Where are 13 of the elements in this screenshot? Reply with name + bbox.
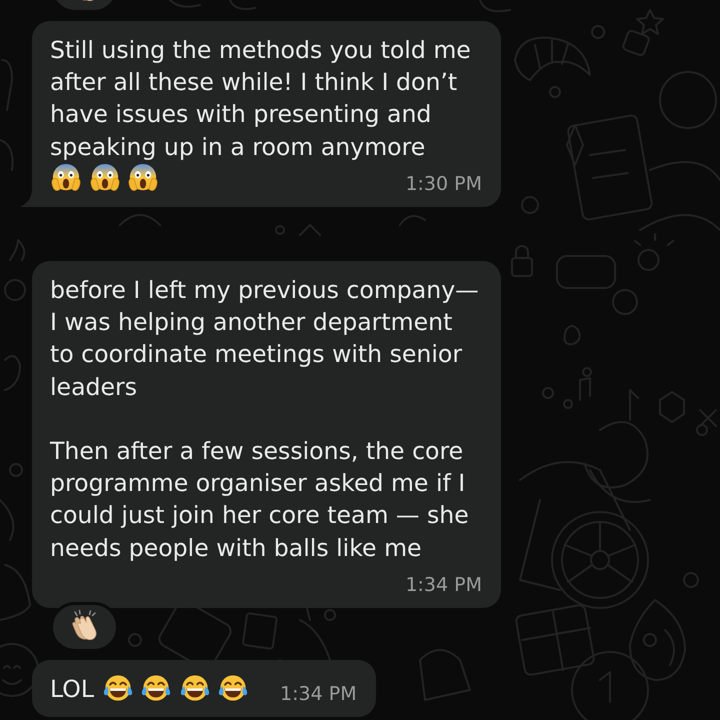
message-time: 1:34 PM bbox=[405, 574, 482, 596]
screaming-face-icon bbox=[51, 162, 81, 193]
laughing-tears-face-icon bbox=[218, 672, 248, 703]
laughing-tears-face-icon bbox=[141, 672, 172, 703]
message-time: 1:30 PM bbox=[405, 172, 482, 195]
message-time: 1:34 PM bbox=[280, 682, 357, 705]
screaming-face-icon bbox=[90, 162, 120, 193]
message-text: before I left my previous company— I was helping another department to coordinate meetings with senior leaders Then after a few sessions, the core programme organiser asked me if I could just join her core team — she needs people with balls like me bbox=[50, 276, 479, 562]
screaming-face-icon bbox=[128, 162, 158, 193]
laughing-tears-face-icon bbox=[180, 672, 210, 703]
laughing-tears-face-icon bbox=[102, 672, 133, 703]
message-text: Still using the methods you told me after all these while! I think I don’t have issues with presenting and speaking up in a room anymore bbox=[50, 35, 472, 163]
message-text: LOL bbox=[50, 674, 94, 703]
